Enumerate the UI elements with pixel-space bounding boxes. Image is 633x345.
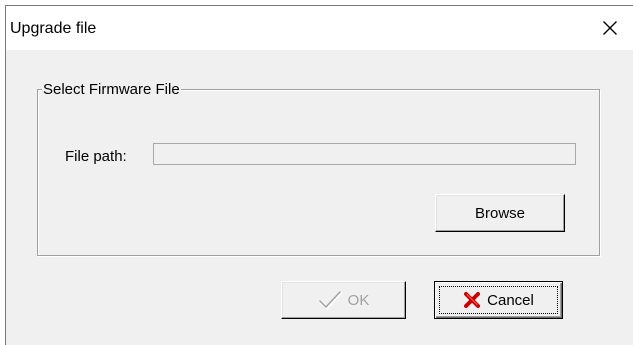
file-path-input[interactable] (153, 143, 576, 165)
cancel-button[interactable]: Cancel (434, 281, 563, 319)
checkmark-icon (318, 290, 342, 310)
ok-button-label: OK (347, 291, 370, 309)
file-path-label: File path: (65, 148, 127, 165)
browse-button-label: Browse (474, 204, 526, 222)
upgrade-file-dialog: Upgrade file Select Firmware File File p… (5, 5, 633, 345)
cancel-button-label: Cancel (487, 291, 534, 309)
ok-button[interactable]: OK (281, 281, 406, 319)
close-button[interactable] (587, 6, 633, 50)
browse-button[interactable]: Browse (435, 194, 565, 232)
title-bar: Upgrade file (6, 6, 633, 50)
dialog-title: Upgrade file (10, 20, 97, 37)
groupbox-legend: Select Firmware File (42, 81, 181, 98)
red-x-icon (463, 291, 481, 309)
close-icon (602, 20, 618, 36)
